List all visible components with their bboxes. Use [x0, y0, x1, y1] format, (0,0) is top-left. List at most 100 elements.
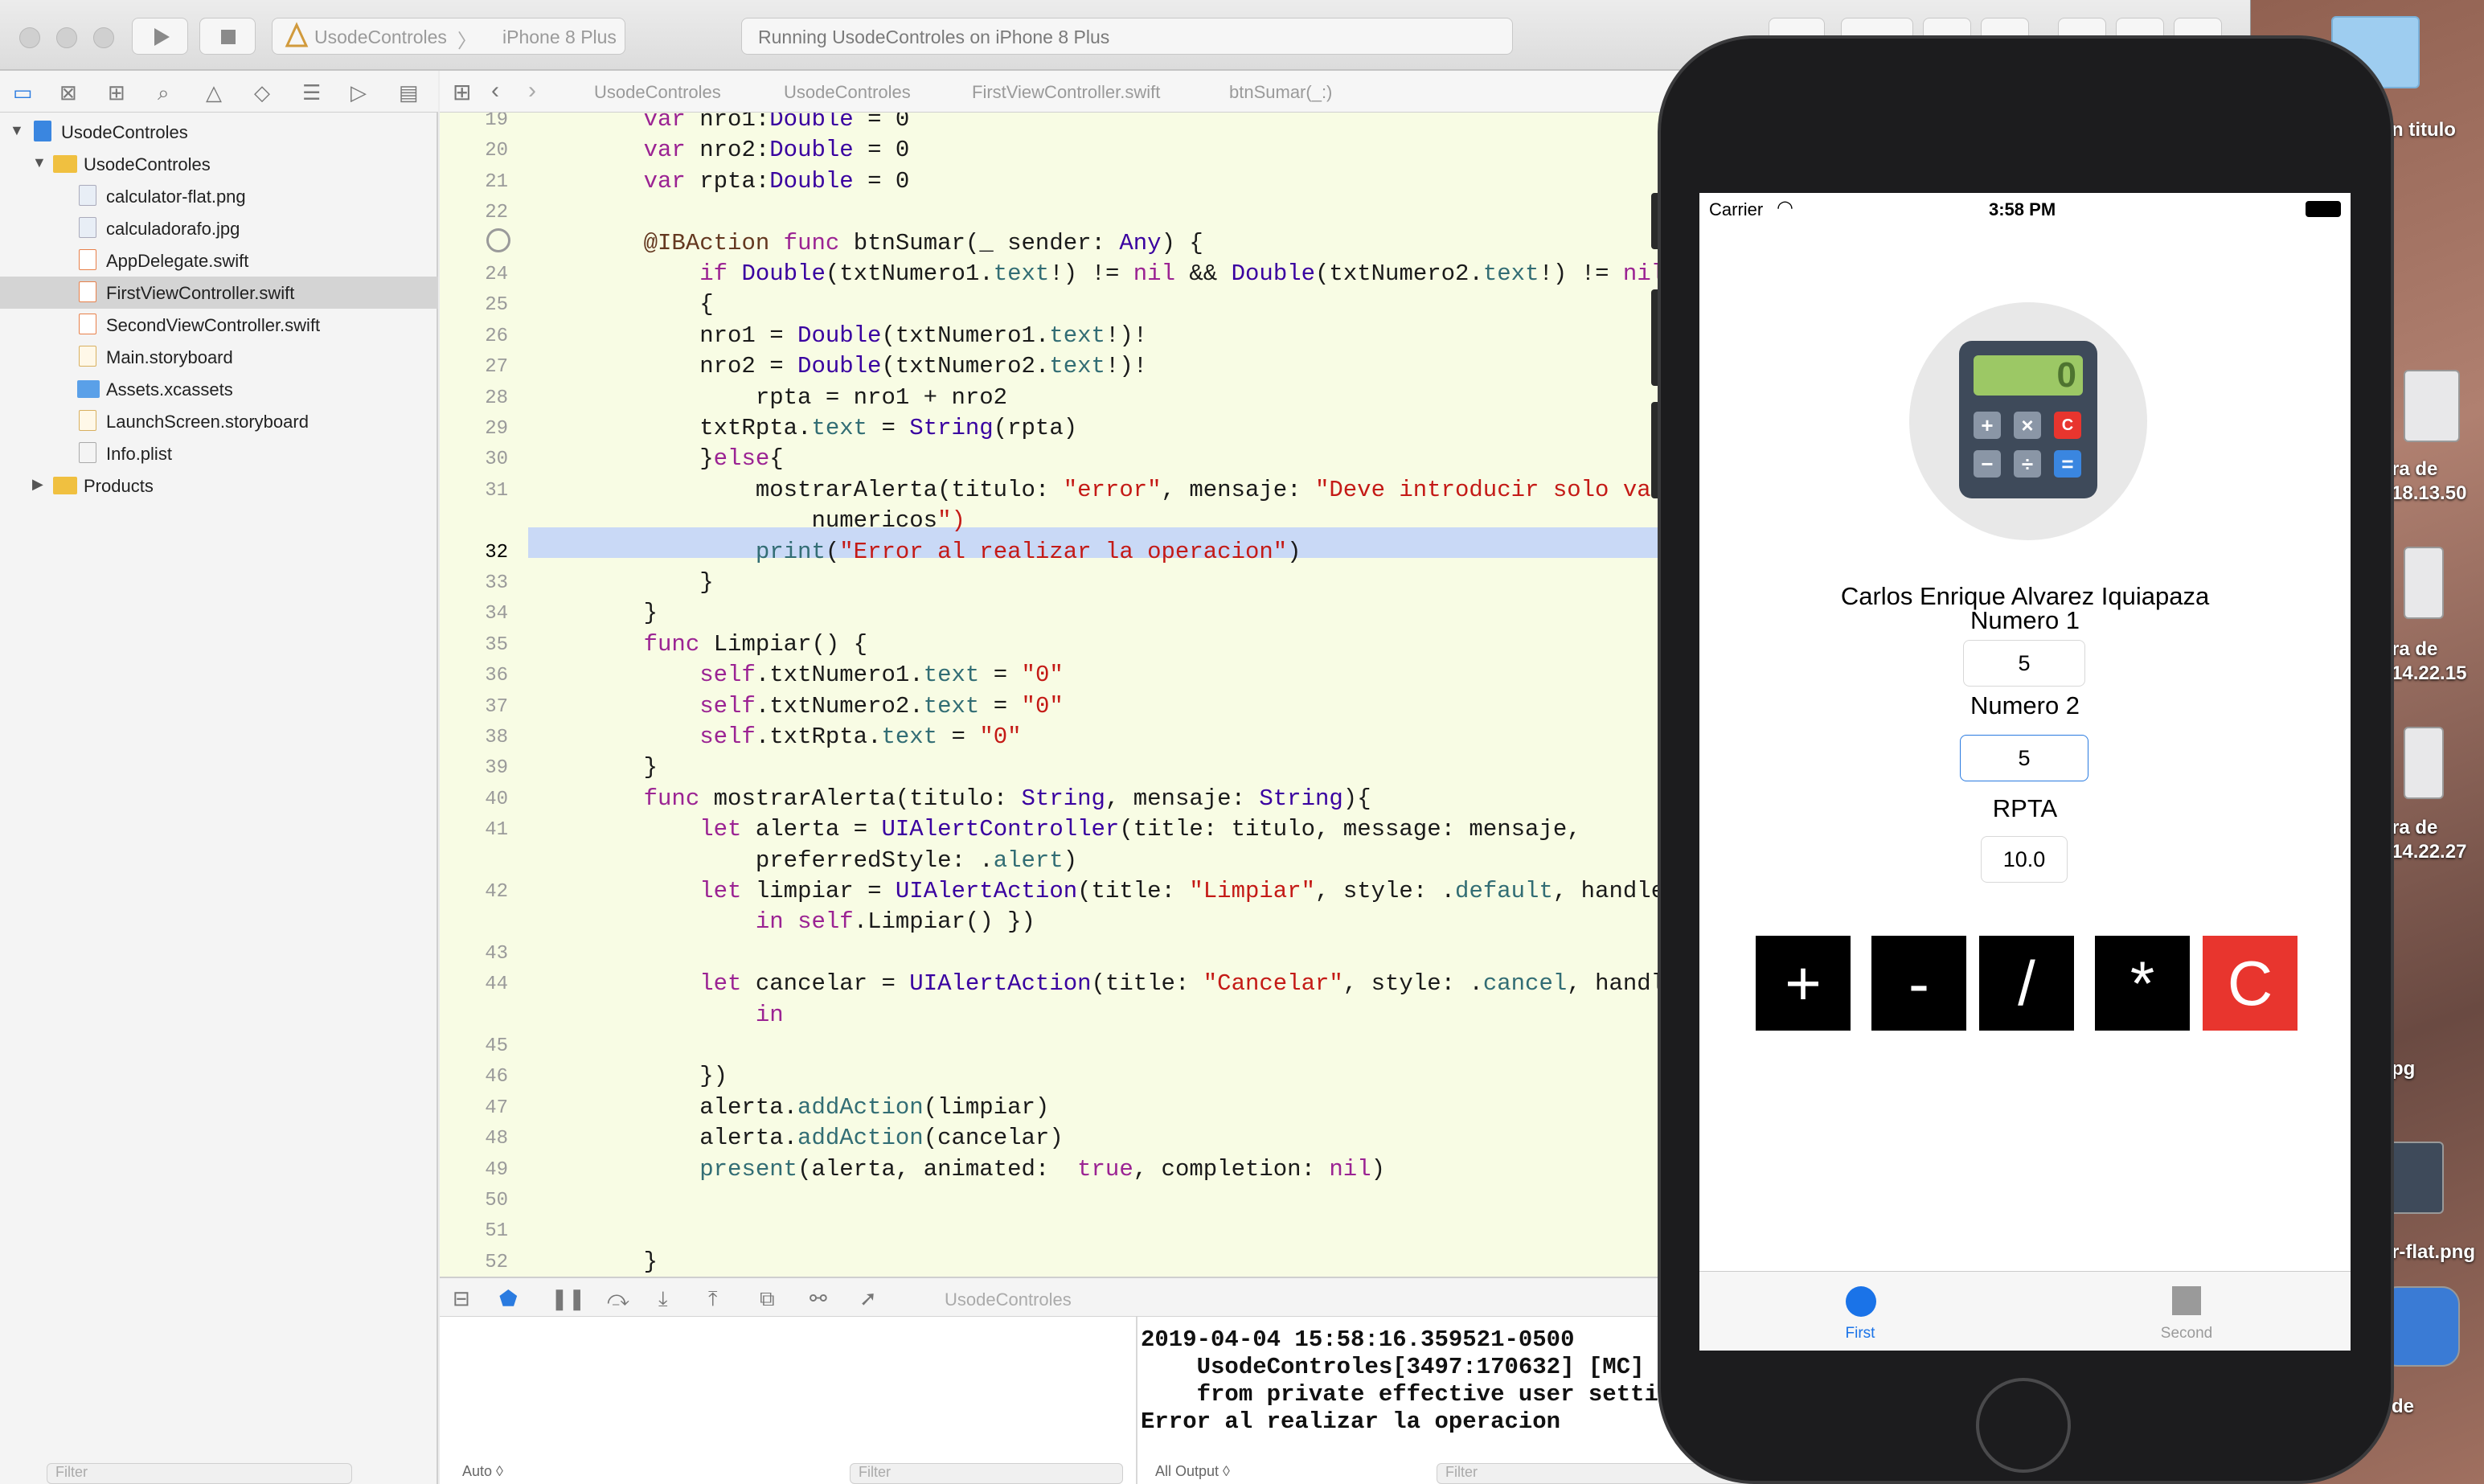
line-number[interactable]: 35	[440, 634, 508, 656]
tree-item-file[interactable]: Main.storyboard	[0, 341, 438, 373]
code-line[interactable]: preferredStyle: .alert)	[588, 847, 1077, 874]
debug-icon[interactable]: ☰	[302, 80, 321, 105]
location-icon[interactable]: ➚	[859, 1286, 877, 1311]
restar-button[interactable]: -	[1871, 936, 1966, 1031]
tree-item-file[interactable]: calculator-flat.png	[0, 180, 438, 212]
code-line[interactable]: nro2 = Double(txtNumero2.text!)!	[588, 353, 1147, 379]
jump-file[interactable]: FirstViewController.swift	[972, 82, 1160, 103]
line-number[interactable]: 22	[440, 202, 508, 223]
code-line[interactable]: var nro2:Double = 0	[588, 137, 910, 163]
code-line[interactable]: })	[588, 1063, 728, 1089]
code-line[interactable]: txtRpta.text = String(rpta)	[588, 415, 1077, 441]
tree-item-file[interactable]: calculadorafo.jpg	[0, 212, 438, 244]
code-line[interactable]: in self.Limpiar() })	[588, 908, 1035, 935]
line-number[interactable]: 32	[440, 542, 508, 564]
calculator-image-icon[interactable]	[2388, 1142, 2444, 1214]
line-number[interactable]: 41	[440, 819, 508, 841]
code-line[interactable]: rpta = nro1 + nro2	[588, 384, 1007, 411]
ibaction-connection-icon[interactable]	[486, 228, 510, 252]
line-number[interactable]: 46	[440, 1066, 508, 1088]
pause-icon[interactable]: ❚❚	[551, 1286, 586, 1311]
rpta-field[interactable]: 10.0	[1981, 836, 2068, 883]
line-number[interactable]: 26	[440, 326, 508, 347]
code-line[interactable]: }	[588, 1248, 658, 1275]
code-line[interactable]: }else{	[588, 445, 783, 472]
multiplicar-button[interactable]: *	[2095, 936, 2190, 1031]
line-number[interactable]: 24	[440, 264, 508, 285]
code-line[interactable]: nro1 = Double(txtNumero1.text!)!	[588, 322, 1147, 349]
close-window-button[interactable]	[19, 27, 40, 48]
output-selector[interactable]: All Output ◊	[1147, 1463, 1276, 1484]
test-icon[interactable]: ◇	[254, 80, 270, 105]
step-over-icon[interactable]: ⤼	[607, 1286, 629, 1312]
view-debugger-icon[interactable]: ⧉	[760, 1286, 775, 1312]
tree-item-file[interactable]: Assets.xcassets	[0, 373, 438, 405]
line-number[interactable]: 19	[440, 113, 508, 131]
code-line[interactable]: self.txtNumero2.text = "0"	[588, 693, 1064, 719]
code-line[interactable]: let cancelar = UIAlertAction(title: "Can…	[588, 970, 1707, 997]
folder-icon[interactable]: ▭	[13, 80, 33, 105]
line-number[interactable]: 28	[440, 387, 508, 409]
code-line[interactable]: @IBAction func btnSumar(_ sender: Any) {	[588, 230, 1203, 256]
line-number[interactable]: 39	[440, 757, 508, 779]
line-number[interactable]: 45	[440, 1035, 508, 1057]
source-control-icon[interactable]: ⊠	[59, 80, 77, 105]
variables-console-divider[interactable]	[1136, 1317, 1137, 1484]
code-line[interactable]: if Double(txtNumero1.text!) != nil && Do…	[588, 260, 1665, 287]
line-number[interactable]: 42	[440, 881, 508, 903]
forward-arrow-icon[interactable]: ›	[528, 77, 536, 105]
code-line[interactable]: func mostrarAlerta(titulo: String, mensa…	[588, 785, 1371, 812]
numero1-field[interactable]: 5	[1963, 640, 2085, 687]
line-number[interactable]: 49	[440, 1159, 508, 1181]
line-number[interactable]: 47	[440, 1097, 508, 1119]
related-items-icon[interactable]: ⊞	[453, 79, 471, 105]
step-out-icon[interactable]: ⤒	[708, 1286, 718, 1312]
report-icon[interactable]: ▤	[399, 80, 419, 105]
navigator-filter-input[interactable]: Filter	[47, 1463, 352, 1484]
numero2-field[interactable]: 5	[1960, 735, 2088, 781]
line-number[interactable]: 48	[440, 1128, 508, 1150]
tree-item-file[interactable]: LaunchScreen.storyboard	[0, 405, 438, 437]
dividir-button[interactable]: /	[1979, 936, 2074, 1031]
line-number[interactable]: 27	[440, 356, 508, 378]
code-line[interactable]: var rpta:Double = 0	[588, 168, 910, 195]
home-button[interactable]	[1976, 1378, 2071, 1473]
screenshot-file-icon[interactable]	[2404, 727, 2444, 799]
variables-filter-input[interactable]: Filter	[850, 1463, 1123, 1484]
tree-item-file-selected[interactable]: FirstViewController.swift	[0, 277, 438, 309]
line-number[interactable]: 52	[440, 1252, 508, 1273]
disclosure-closed-icon[interactable]: ▶	[32, 476, 43, 493]
code-line[interactable]: let alerta = UIAlertController(title: ti…	[588, 816, 1580, 842]
warning-icon[interactable]: △	[206, 80, 222, 105]
code-line[interactable]: self.txtRpta.text = "0"	[588, 724, 1021, 750]
code-line[interactable]: alerta.addAction(cancelar)	[588, 1125, 1064, 1151]
breakpoint-icon[interactable]: ▷	[350, 80, 367, 105]
clear-button[interactable]: C	[2203, 936, 2297, 1031]
line-number[interactable]: 37	[440, 696, 508, 718]
code-line[interactable]: }	[588, 600, 658, 626]
run-button[interactable]	[132, 18, 188, 55]
scheme-selector[interactable]: UsodeControles 〉 iPhone 8 Plus	[272, 18, 625, 55]
screenshot-file-icon[interactable]	[2404, 370, 2460, 442]
code-line[interactable]: }	[588, 754, 658, 781]
line-number[interactable]: 34	[440, 603, 508, 625]
code-line[interactable]: present(alerta, animated: true, completi…	[588, 1156, 1385, 1183]
line-number[interactable]: 43	[440, 943, 508, 965]
code-line[interactable]: alerta.addAction(limpiar)	[588, 1094, 1049, 1121]
code-line[interactable]: self.txtNumero1.text = "0"	[588, 662, 1064, 688]
line-number[interactable]: 38	[440, 727, 508, 748]
screenshot-file-icon[interactable]	[2404, 547, 2444, 619]
code-line[interactable]: {	[588, 291, 713, 318]
symbol-icon[interactable]: ⊞	[108, 80, 125, 105]
line-number[interactable]: 51	[440, 1220, 508, 1242]
code-line[interactable]: func Limpiar() {	[588, 631, 867, 658]
line-number[interactable]: 31	[440, 480, 508, 502]
jump-project[interactable]: UsodeControles	[594, 82, 721, 103]
disclosure-open-icon[interactable]: ▼	[10, 122, 24, 139]
line-number[interactable]: 21	[440, 171, 508, 193]
back-arrow-icon[interactable]: ‹	[491, 77, 499, 105]
line-number[interactable]: 50	[440, 1190, 508, 1211]
tree-item-project[interactable]: ▼ UsodeControles	[0, 116, 438, 148]
tree-item-group[interactable]: ▶ Products	[0, 469, 438, 502]
zoom-window-button[interactable]	[93, 27, 114, 48]
